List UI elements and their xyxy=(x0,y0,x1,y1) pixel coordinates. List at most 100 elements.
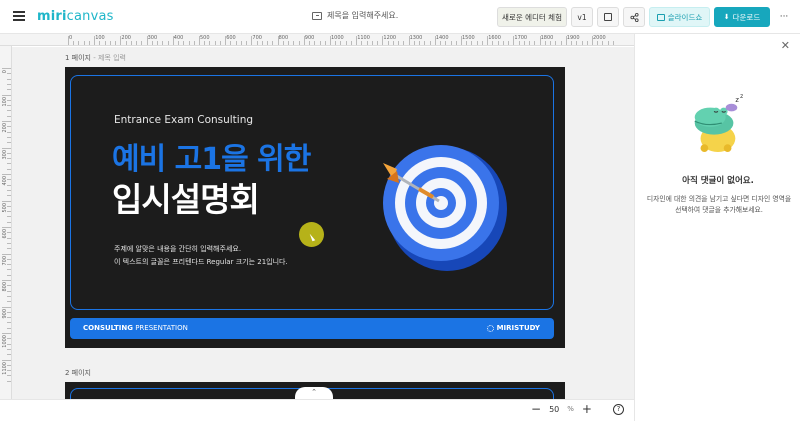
logo[interactable]: miricanvas xyxy=(37,9,114,24)
ruler-tick xyxy=(7,285,11,287)
ruler-tick xyxy=(157,41,159,45)
target-dart-illustration[interactable] xyxy=(367,127,517,277)
ruler-tick xyxy=(2,280,11,281)
ruler-tick xyxy=(330,36,331,45)
ruler-tick xyxy=(288,41,290,45)
ruler-tick xyxy=(361,41,363,45)
ruler-tick xyxy=(2,200,11,202)
ruler-tick xyxy=(172,36,174,45)
ruler-tick xyxy=(7,274,11,276)
slide-heading-white[interactable]: 입시설명회 xyxy=(112,173,260,221)
slide-1[interactable]: Entrance Exam Consulting 예비 고1을 위한 입시설명회… xyxy=(65,67,565,348)
ruler-tick xyxy=(523,41,525,45)
footer-left-text[interactable]: CONSULTING PRESENTATION xyxy=(83,324,188,332)
ruler-top-label: 1900 xyxy=(566,35,580,41)
ruler-tick xyxy=(88,41,90,45)
ruler-tick xyxy=(487,36,489,45)
ruler-tick xyxy=(225,36,227,45)
empty-comments-description: 디자인에 대한 의견을 남기고 싶다면 디자인 영역을 선택하여 댓글을 추가해… xyxy=(646,195,792,214)
ruler-tick xyxy=(7,269,11,271)
ruler-tick xyxy=(7,237,11,239)
ruler-tick xyxy=(251,36,253,45)
ruler-tick xyxy=(2,306,11,308)
ruler-tick xyxy=(387,41,389,45)
more-button[interactable]: ··· xyxy=(775,7,793,27)
ruler-tick xyxy=(340,41,342,45)
ruler-tick xyxy=(303,36,305,45)
ruler-tick xyxy=(371,41,373,45)
ruler-tick xyxy=(7,189,11,191)
ruler-tick xyxy=(214,41,216,45)
ruler-tick xyxy=(7,327,11,329)
ruler-tick xyxy=(7,158,11,160)
new-editor-button[interactable]: 새로운 에디터 체험 xyxy=(497,7,567,27)
ruler-left-label: 1100 xyxy=(2,361,8,375)
ruler-tick xyxy=(539,36,541,45)
download-icon: ⬇ xyxy=(723,13,730,21)
canvas-area[interactable]: 1 페이지 - 제목 입력 Entrance Exam Consulting 예… xyxy=(12,47,634,399)
ruler-tick xyxy=(115,41,117,45)
ruler-top-label: 2000 xyxy=(593,35,606,41)
ruler-tick xyxy=(104,41,106,45)
play-icon xyxy=(656,13,665,21)
page-label-1: 1 페이지 - 제목 입력 xyxy=(65,54,126,62)
ruler-top-label: 1100 xyxy=(357,35,370,41)
document-title-text[interactable]: 제목을 입력해주세요. xyxy=(327,10,398,21)
help-icon[interactable]: ? xyxy=(613,404,624,415)
zoom-value[interactable]: 50 xyxy=(549,405,559,414)
ruler-top-label: 1300 xyxy=(409,35,423,41)
chevron-up-icon: ⌃ xyxy=(311,388,317,396)
empty-comments-title: 아직 댓글이 없어요. xyxy=(682,176,754,186)
menu-icon[interactable] xyxy=(13,11,25,21)
ruler-tick xyxy=(398,41,400,45)
ruler-tick xyxy=(7,322,11,324)
slide-subtitle[interactable]: Entrance Exam Consulting xyxy=(114,114,253,126)
ruler-tick xyxy=(7,311,11,313)
ruler-tick xyxy=(204,41,206,45)
folder-icon[interactable] xyxy=(312,11,322,20)
close-icon[interactable]: ✕ xyxy=(781,39,790,52)
ruler-tick xyxy=(7,211,11,213)
slideshow-button[interactable]: 슬라이드쇼 xyxy=(649,7,710,27)
zoom-control: − 50 % + xyxy=(531,403,592,415)
ruler-tick xyxy=(392,41,394,45)
ruler-tick xyxy=(99,41,101,45)
share-button[interactable] xyxy=(623,7,645,27)
ruler-tick xyxy=(230,41,232,45)
ruler-tick xyxy=(607,41,609,45)
ruler-tick xyxy=(235,41,237,45)
collapse-panel-button[interactable]: ⌃ xyxy=(295,387,333,399)
slide-description[interactable]: 주제에 알맞은 내용을 간단히 입력해주세요. 이 텍스트의 글꼴은 프리텐다드… xyxy=(114,243,288,269)
ruler-tick xyxy=(7,110,11,112)
ruler-tick xyxy=(586,41,588,45)
ruler-tick xyxy=(413,41,415,45)
ruler-tick xyxy=(576,41,578,45)
footer-right-brand[interactable]: MIRISTUDY xyxy=(486,324,540,332)
ruler-tick xyxy=(612,41,614,45)
ruler-tick xyxy=(267,41,269,45)
ruler-tick xyxy=(83,41,85,45)
ruler-tick xyxy=(78,41,80,45)
ruler-tick xyxy=(382,36,384,45)
ruler-tick xyxy=(7,258,11,260)
ruler-tick xyxy=(7,136,11,138)
ruler-tick xyxy=(73,41,75,45)
download-button[interactable]: ⬇ 다운로드 xyxy=(714,7,770,27)
save-button[interactable] xyxy=(597,7,619,27)
ruler-tick xyxy=(256,41,258,45)
document-title[interactable]: 제목을 입력해주세요. xyxy=(312,10,398,21)
ruler-tick xyxy=(7,205,11,207)
ruler-tick xyxy=(188,41,190,45)
ruler-left-label: 1000 xyxy=(2,335,8,348)
slide-heading-blue[interactable]: 예비 고1을 위한 xyxy=(112,134,311,178)
ruler-tick xyxy=(314,41,316,45)
ruler-top: 0 100 200 300 400 500 600 700 800 900 1000 1100 1200… xyxy=(0,34,634,46)
ruler-tick xyxy=(2,121,11,122)
ruler-tick xyxy=(7,179,11,181)
ruler-tick xyxy=(403,41,405,45)
ruler-tick xyxy=(282,41,284,45)
zoom-out-button[interactable]: − xyxy=(531,403,541,415)
ruler-tick xyxy=(550,41,552,45)
zoom-in-button[interactable]: + xyxy=(582,403,592,415)
version-button[interactable]: v1 xyxy=(571,7,593,27)
